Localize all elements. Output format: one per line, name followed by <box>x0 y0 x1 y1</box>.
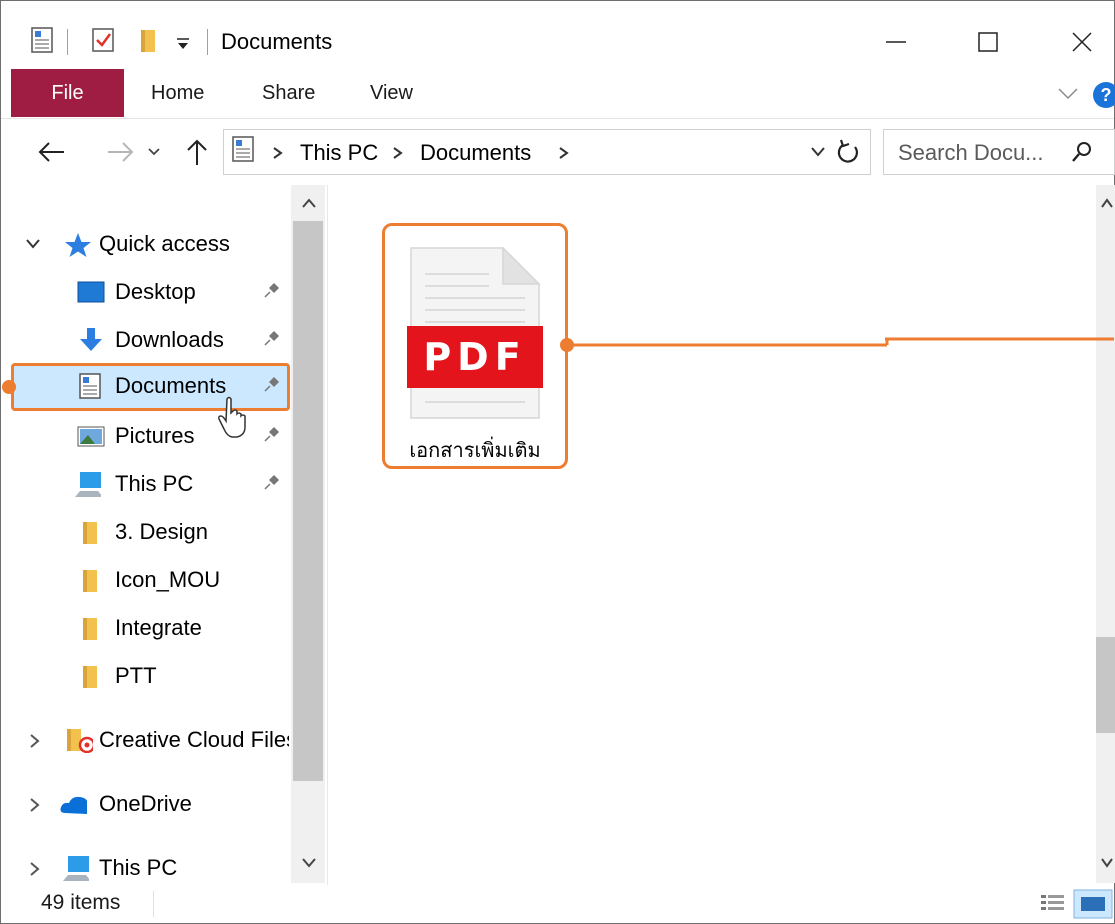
document-icon <box>31 27 53 53</box>
maximize-icon <box>978 32 998 52</box>
nav-label-onedrive: OneDrive <box>99 791 192 816</box>
nav-item-integrate[interactable]: Integrate <box>11 605 289 651</box>
window-title: Documents <box>221 29 333 54</box>
search-box[interactable]: Search Docu... <box>883 129 1115 175</box>
nav-label-documents: Documents <box>115 373 227 398</box>
tab-home[interactable]: Home <box>151 82 204 105</box>
tab-view[interactable]: View <box>370 82 413 105</box>
nav-label-this-pc-quick: This PC <box>115 471 194 496</box>
folder-icon <box>83 570 97 592</box>
address-history-chevron-icon[interactable] <box>810 146 826 158</box>
folder-icon <box>83 522 97 544</box>
folder-icon[interactable] <box>139 27 157 53</box>
breadcrumb-separator-icon[interactable] <box>558 146 570 160</box>
nav-label-icon-mou: Icon_MOU <box>115 567 221 592</box>
pin-icon[interactable] <box>261 375 281 395</box>
nav-label-pictures: Pictures <box>115 423 195 448</box>
computer-icon <box>75 472 101 497</box>
nav-label-creative-cloud: Creative Cloud Files <box>99 727 289 752</box>
content-scrollbar-thumb[interactable] <box>1096 637 1115 733</box>
nav-item-desktop[interactable]: Desktop <box>11 269 289 315</box>
forward-arrow-icon[interactable] <box>105 139 135 165</box>
nav-item-ptt[interactable]: PTT <box>11 653 289 699</box>
properties-check-icon[interactable] <box>91 27 117 53</box>
documents-location-icon <box>232 136 254 162</box>
breadcrumb-separator-icon[interactable] <box>392 146 404 160</box>
callout-connector <box>560 337 1114 352</box>
documents-icon <box>79 373 101 399</box>
chevron-down-icon[interactable] <box>25 238 41 250</box>
search-icon[interactable] <box>1070 140 1094 164</box>
file-name: เอกสารเพิ่มเติม <box>409 440 541 462</box>
nav-label-quick-access: Quick access <box>99 231 230 256</box>
pictures-icon <box>77 426 105 447</box>
pin-icon[interactable] <box>261 281 281 301</box>
maximize-button[interactable] <box>963 19 1013 65</box>
chevron-right-icon[interactable] <box>29 797 41 813</box>
folder-icon <box>83 666 97 688</box>
nav-scrollbar-thumb[interactable] <box>293 221 323 781</box>
breadcrumb-documents[interactable]: Documents <box>420 140 531 166</box>
content-scrollbar[interactable] <box>1096 185 1115 883</box>
hand-cursor-icon <box>218 396 246 438</box>
nav-label-integrate: Integrate <box>115 615 202 640</box>
nav-label-this-pc: This PC <box>99 855 178 880</box>
breadcrumb-separator-icon[interactable] <box>272 146 284 160</box>
minimize-button[interactable] <box>871 19 921 65</box>
pin-icon[interactable] <box>261 473 281 493</box>
refresh-icon[interactable] <box>835 139 861 165</box>
help-button[interactable]: ? <box>1093 82 1115 108</box>
chevron-right-icon[interactable] <box>29 733 41 749</box>
close-button[interactable] <box>1057 19 1107 65</box>
star-icon <box>65 233 91 257</box>
large-icons-view-icon[interactable] <box>1073 889 1113 919</box>
title-bar: Documents <box>1 1 1114 69</box>
quick-access-dropdown-icon[interactable] <box>175 37 191 51</box>
ribbon-tabs: File Home Share View ? <box>1 69 1115 117</box>
scroll-down-icon[interactable] <box>301 857 317 869</box>
item-count: 49 items <box>41 891 121 914</box>
nav-label-ptt: PTT <box>115 663 157 688</box>
cloud-icon <box>60 796 87 814</box>
tab-share[interactable]: Share <box>262 82 315 105</box>
back-arrow-icon[interactable] <box>37 139 67 165</box>
nav-item-icon-mou[interactable]: Icon_MOU <box>11 557 289 603</box>
minimize-icon <box>886 41 906 43</box>
computer-icon <box>63 856 89 881</box>
creative-cloud-icon <box>67 729 93 753</box>
nav-item-3-design[interactable]: 3. Design <box>11 509 289 555</box>
content-scroll-down-icon[interactable] <box>1100 857 1114 869</box>
recent-locations-chevron-icon[interactable] <box>147 147 161 157</box>
nav-item-this-pc-quick[interactable]: This PC <box>11 461 289 507</box>
expand-ribbon-icon[interactable] <box>1057 86 1079 102</box>
tab-file[interactable]: File <box>11 69 124 117</box>
scroll-up-icon[interactable] <box>301 197 317 209</box>
breadcrumb-this-pc[interactable]: This PC <box>300 140 378 166</box>
search-input[interactable]: Search Docu... <box>898 140 1044 166</box>
explorer-window: Documents File Home Share View ? This PC… <box>0 0 1115 924</box>
address-bar[interactable]: This PC Documents <box>223 129 871 175</box>
chevron-right-icon[interactable] <box>29 861 41 877</box>
content-scroll-up-icon[interactable] <box>1100 197 1114 209</box>
address-row: This PC Documents Search Docu... <box>1 118 1115 185</box>
navigation-pane[interactable]: Quick access Desktop Downloads Documents <box>1 185 328 885</box>
details-view-icon[interactable] <box>1039 891 1067 917</box>
nav-item-creative-cloud[interactable]: Creative Cloud Files <box>11 717 289 763</box>
nav-label-3-design: 3. Design <box>115 519 208 544</box>
nav-quick-access[interactable]: Quick access <box>11 221 289 267</box>
nav-item-onedrive[interactable]: OneDrive <box>11 781 289 827</box>
desktop-icon <box>77 281 105 303</box>
folder-icon <box>83 618 97 640</box>
nav-label-desktop: Desktop <box>115 279 196 304</box>
close-icon <box>1072 32 1092 52</box>
pin-icon[interactable] <box>261 425 281 445</box>
up-arrow-icon[interactable] <box>185 137 209 167</box>
status-bar: 49 items <box>1 885 1114 923</box>
callout-dot <box>2 380 16 394</box>
